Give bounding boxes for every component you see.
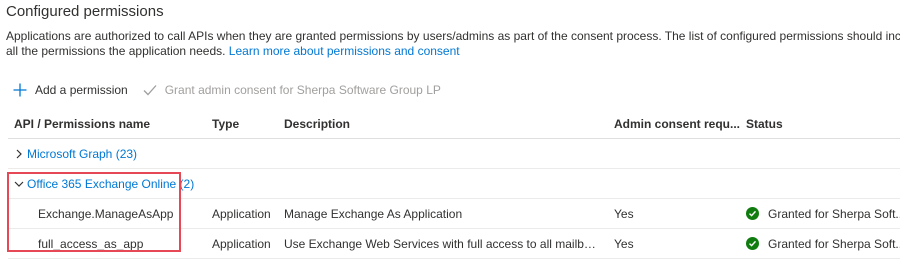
- plus-icon: [12, 82, 28, 98]
- chevron-right-icon: [14, 149, 24, 159]
- status-text: Granted for Sherpa Soft...: [768, 206, 900, 221]
- table-header-row: API / Permissions name Type Description …: [8, 109, 900, 139]
- learn-more-link[interactable]: Learn more about permissions and consent: [229, 44, 460, 58]
- status-cell: Granted for Sherpa Soft...: [740, 198, 900, 229]
- group-label: Microsoft Graph (23): [27, 146, 138, 161]
- permission-type: Application: [206, 228, 278, 259]
- column-header-type[interactable]: Type: [206, 109, 278, 139]
- permissions-toolbar: Add a permission Grant admin consent for…: [12, 80, 455, 100]
- description-text-line2: all the permissions the application need…: [6, 44, 229, 58]
- table-row: Exchange.ManageAsApp Application Manage …: [8, 198, 900, 229]
- grant-admin-consent-label: Grant admin consent for Sherpa Software …: [164, 83, 441, 97]
- column-header-status[interactable]: Status: [740, 109, 900, 139]
- admin-consent-required: Yes: [608, 228, 740, 259]
- permission-name-link[interactable]: full_access_as_app: [8, 228, 206, 259]
- permission-type: Application: [206, 198, 278, 229]
- permission-description: Manage Exchange As Application: [278, 198, 608, 229]
- column-header-admin-consent[interactable]: Admin consent requ...: [608, 109, 740, 139]
- group-toggle-microsoft-graph[interactable]: Microsoft Graph (23): [14, 147, 894, 161]
- add-permission-label: Add a permission: [35, 83, 128, 97]
- section-description: Applications are authorized to call APIs…: [6, 29, 900, 59]
- granted-check-icon: [746, 237, 759, 250]
- column-header-api-name[interactable]: API / Permissions name: [8, 109, 206, 139]
- table-row: full_access_as_app Application Use Excha…: [8, 228, 900, 259]
- admin-consent-required: Yes: [608, 198, 740, 229]
- description-text-line1: Applications are authorized to call APIs…: [6, 29, 900, 43]
- group-row-office365-exchange[interactable]: Office 365 Exchange Online (2): [8, 168, 900, 199]
- permissions-table: API / Permissions name Type Description …: [8, 109, 900, 259]
- group-row-microsoft-graph[interactable]: Microsoft Graph (23): [8, 138, 900, 169]
- column-header-description[interactable]: Description: [278, 109, 608, 139]
- status-badge: Granted for Sherpa Soft...: [746, 237, 900, 251]
- granted-check-icon: [746, 207, 759, 220]
- status-cell: Granted for Sherpa Soft...: [740, 228, 900, 259]
- section-title: Configured permissions: [6, 3, 164, 20]
- permission-name-link[interactable]: Exchange.ManageAsApp: [8, 198, 206, 229]
- add-permission-button[interactable]: Add a permission: [12, 82, 128, 98]
- permission-description: Use Exchange Web Services with full acce…: [278, 228, 608, 259]
- grant-admin-consent-button[interactable]: Grant admin consent for Sherpa Software …: [142, 82, 441, 98]
- chevron-down-icon: [14, 180, 24, 188]
- status-text: Granted for Sherpa Soft...: [768, 236, 900, 251]
- checkmark-icon: [142, 82, 158, 98]
- status-badge: Granted for Sherpa Soft...: [746, 207, 900, 221]
- description-line2: all the permissions the application need…: [6, 44, 900, 59]
- group-toggle-office365-exchange[interactable]: Office 365 Exchange Online (2): [14, 177, 894, 191]
- group-label: Office 365 Exchange Online (2): [27, 176, 195, 191]
